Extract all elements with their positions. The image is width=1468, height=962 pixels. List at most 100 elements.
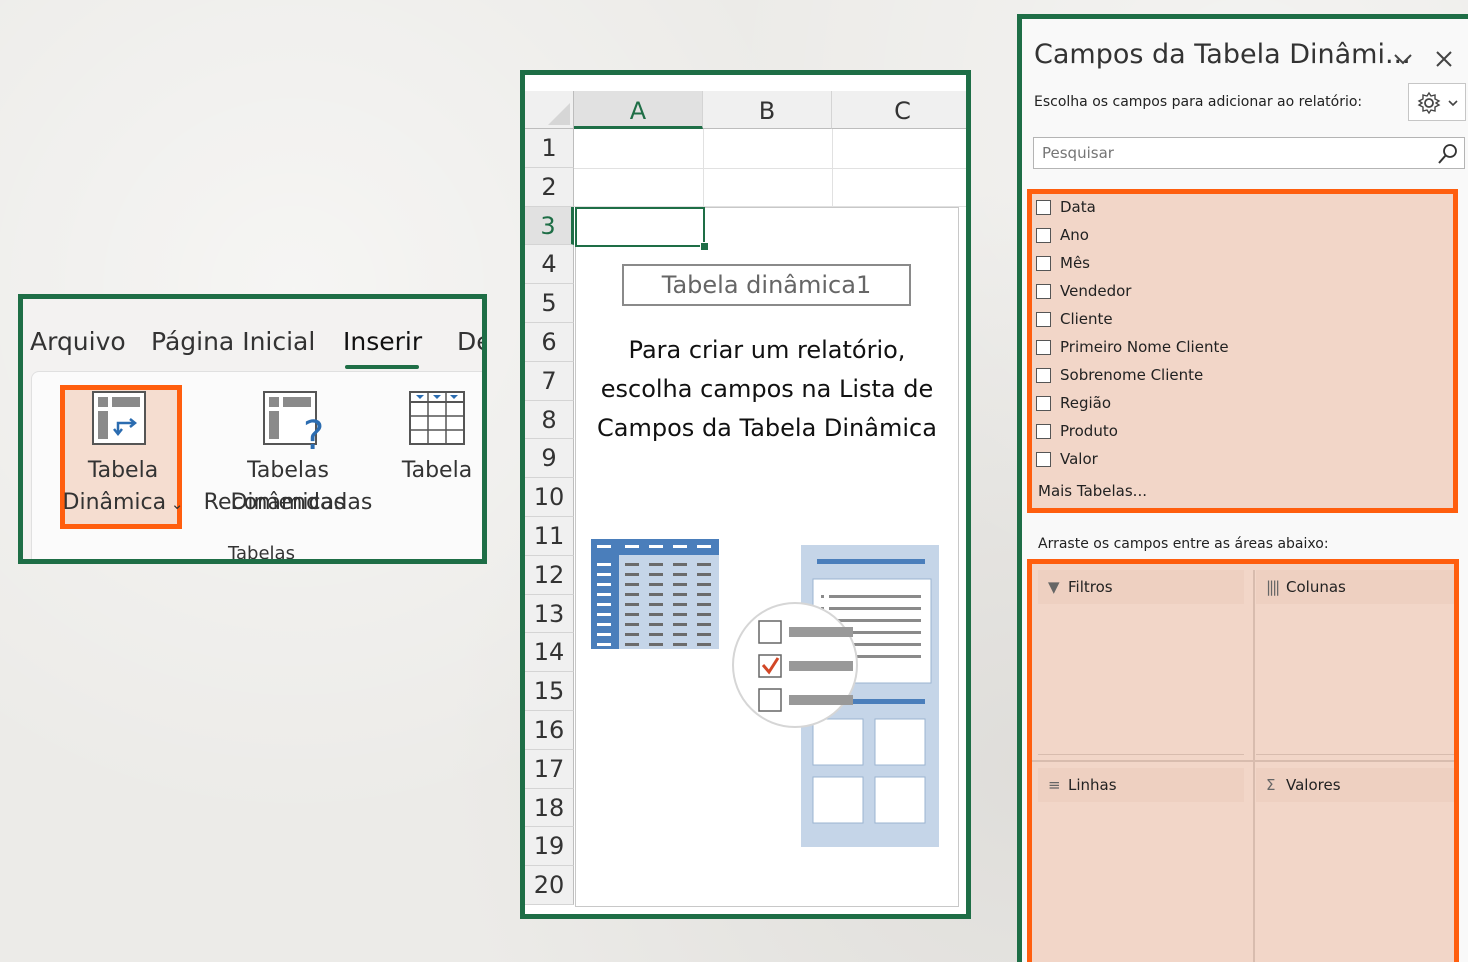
field-checkbox[interactable] [1036, 199, 1051, 215]
tab-pagina-inicial[interactable]: Página Inicial [151, 327, 315, 356]
row-header[interactable]: 2 [525, 167, 574, 207]
row-header[interactable]: 3 [525, 206, 574, 246]
row-header[interactable]: 7 [525, 361, 574, 401]
row-header[interactable]: 10 [525, 478, 574, 517]
chevron-down-icon [1448, 100, 1458, 107]
field-item[interactable]: Vendedor [1036, 279, 1131, 303]
field-checkbox[interactable] [1036, 395, 1051, 411]
area-divider [1032, 760, 1454, 762]
instruction-line: Campos da Tabela Dinâmica [597, 414, 937, 442]
area-label: Colunas [1286, 578, 1346, 596]
row-header[interactable]: 6 [525, 323, 574, 362]
pivot-instructions: Para criar um relatório, escolha campos … [585, 331, 949, 448]
search-icon[interactable] [1437, 143, 1459, 165]
pivot-field-list-panel: Campos da Tabela Dinâmi... Escolha os ca… [1017, 14, 1468, 962]
field-item[interactable]: Valor [1036, 447, 1098, 471]
pivot-button-label-2: Dinâmica ⌄ [62, 490, 184, 515]
field-item[interactable]: Mês [1036, 251, 1090, 275]
panel-title: Campos da Tabela Dinâmi... [1034, 39, 1411, 70]
field-item[interactable]: Região [1036, 391, 1111, 415]
table-button-label: Tabela [401, 458, 473, 483]
column-header-b[interactable]: B [703, 91, 832, 129]
panel-subtitle: Escolha os campos para adicionar ao rela… [1034, 94, 1363, 110]
field-label: Vendedor [1060, 282, 1132, 300]
area-rows-header: ≡ Linhas [1038, 768, 1244, 802]
column-header-a[interactable]: A [574, 91, 703, 129]
fill-handle[interactable] [700, 242, 709, 251]
field-checkbox[interactable] [1036, 367, 1051, 383]
sum-icon: Σ [1266, 776, 1276, 794]
table-icon[interactable] [407, 389, 467, 447]
area-columns-dropzone[interactable] [1256, 604, 1454, 755]
field-checkbox[interactable] [1036, 339, 1051, 355]
field-checkbox[interactable] [1036, 255, 1051, 271]
row-header[interactable]: 14 [525, 633, 574, 673]
recommended-pivot-icon[interactable]: ? [261, 389, 327, 451]
spreadsheet-panel: A B C Tabela dinâmica1 Para criar um rel… [520, 70, 971, 919]
pivot-table-icon [92, 391, 146, 445]
field-label: Data [1060, 198, 1096, 216]
row-header[interactable]: 8 [525, 400, 574, 440]
field-item[interactable]: Primeiro Nome Cliente [1036, 335, 1229, 359]
field-checkbox[interactable] [1036, 283, 1051, 299]
field-label: Ano [1060, 226, 1089, 244]
row-header[interactable]: 4 [525, 245, 574, 285]
field-item[interactable]: Data [1036, 195, 1096, 219]
field-checkbox[interactable] [1036, 311, 1051, 327]
gridline [832, 129, 833, 209]
drag-hint: Arraste os campos entre as áreas abaixo: [1038, 536, 1329, 552]
select-all-corner[interactable] [525, 91, 574, 129]
field-item[interactable]: Cliente [1036, 307, 1113, 331]
ribbon-group-label: Tabelas [228, 543, 295, 564]
area-rows-dropzone[interactable] [1038, 802, 1244, 962]
area-values-dropzone[interactable] [1256, 802, 1454, 962]
row-header[interactable]: 9 [525, 439, 574, 479]
area-label: Linhas [1068, 776, 1117, 794]
table-illustration [591, 539, 719, 649]
field-list-illustration [732, 545, 939, 847]
instruction-line: escolha campos na Lista de [600, 375, 934, 403]
row-header[interactable]: 16 [525, 711, 574, 750]
column-header-c[interactable]: C [832, 91, 966, 129]
field-item[interactable]: Produto [1036, 419, 1118, 443]
field-label: Produto [1060, 422, 1118, 440]
row-header[interactable]: 12 [525, 555, 574, 595]
pivot-table-name: Tabela dinâmica1 [622, 264, 911, 306]
field-checkbox[interactable] [1036, 451, 1051, 467]
field-checkbox[interactable] [1036, 227, 1051, 243]
field-checkbox[interactable] [1036, 423, 1051, 439]
gridline [574, 168, 966, 169]
recommended-label-2: Recomendadas [203, 490, 373, 515]
more-tables-link[interactable]: Mais Tabelas... [1038, 482, 1147, 500]
row-header[interactable]: 19 [525, 827, 574, 867]
columns-icon: |||| [1266, 578, 1280, 596]
row-header[interactable]: 1 [525, 129, 574, 168]
active-cell-a3[interactable] [575, 207, 705, 247]
row-header[interactable]: 18 [525, 788, 574, 828]
rows-icon: ≡ [1048, 776, 1061, 794]
field-label: Primeiro Nome Cliente [1060, 338, 1229, 356]
field-item[interactable]: Ano [1036, 223, 1089, 247]
area-label: Filtros [1068, 578, 1113, 596]
field-label: Mês [1060, 254, 1090, 272]
row-header[interactable]: 13 [525, 594, 574, 634]
field-item[interactable]: Sobrenome Cliente [1036, 363, 1203, 387]
row-header[interactable]: 5 [525, 284, 574, 323]
search-input[interactable] [1033, 137, 1465, 169]
row-header[interactable]: 17 [525, 749, 574, 789]
tools-button[interactable] [1408, 83, 1466, 121]
tab-design[interactable]: De [457, 327, 482, 356]
area-columns-header: |||| Colunas [1256, 570, 1454, 604]
close-icon[interactable] [1434, 49, 1454, 69]
chevron-down-icon: ⌄ [166, 495, 184, 513]
gridline [703, 129, 704, 209]
chevron-down-icon[interactable] [1392, 51, 1414, 67]
area-filters-dropzone[interactable] [1038, 604, 1244, 755]
tab-inserir[interactable]: Inserir [343, 327, 422, 356]
row-header[interactable]: 15 [525, 672, 574, 711]
area-values-header: Σ Valores [1256, 768, 1454, 802]
row-header[interactable]: 20 [525, 866, 574, 905]
tab-arquivo[interactable]: Arquivo [30, 327, 126, 356]
gear-icon [1417, 91, 1441, 115]
row-header[interactable]: 11 [525, 517, 574, 556]
